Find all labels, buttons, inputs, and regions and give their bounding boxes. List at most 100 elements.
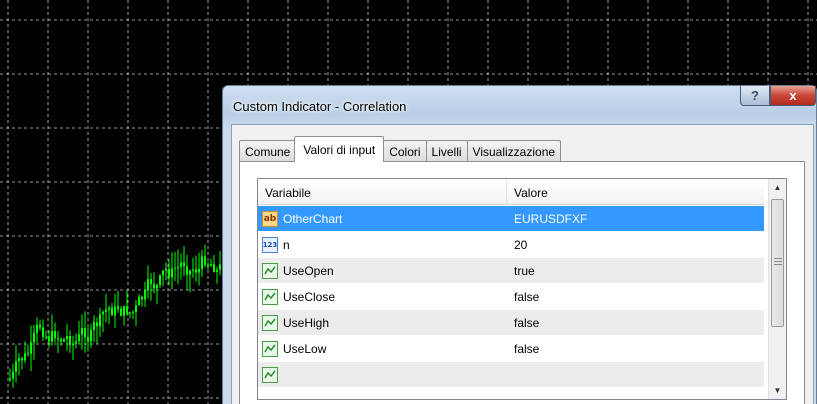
table-row[interactable]: UseHigh false xyxy=(258,310,764,336)
candle-body xyxy=(135,305,137,312)
candle-body xyxy=(18,358,20,362)
candle-body xyxy=(36,324,38,333)
candle-body xyxy=(45,336,47,338)
candle-body xyxy=(180,262,182,267)
candle-body xyxy=(168,268,170,278)
candle-body xyxy=(219,264,221,270)
candle-body xyxy=(9,378,11,380)
candle-body xyxy=(111,307,113,316)
row-variable-name: n xyxy=(283,238,290,252)
candle-body xyxy=(87,337,89,342)
dialog-titlebar[interactable]: Custom Indicator - Correlation ? x xyxy=(223,86,816,126)
candle-body xyxy=(189,270,191,275)
candle-body xyxy=(75,341,77,344)
candle-body xyxy=(153,283,155,289)
scroll-down-icon[interactable]: ▼ xyxy=(769,382,786,399)
candle-body xyxy=(201,256,203,269)
row-value[interactable]: false xyxy=(514,342,539,356)
table-row[interactable]: UseClose false xyxy=(258,284,764,310)
row-value[interactable]: true xyxy=(514,264,535,278)
row-value[interactable]: EURUSDFXF xyxy=(514,212,587,226)
candle-body xyxy=(177,266,179,269)
bool-icon xyxy=(262,289,278,305)
table-row[interactable] xyxy=(258,362,764,388)
candle-body xyxy=(102,311,104,315)
candle-body xyxy=(69,336,71,345)
candle-body xyxy=(192,269,194,271)
candle-body xyxy=(21,358,23,361)
row-variable-name: UseLow xyxy=(283,342,327,356)
column-separator[interactable] xyxy=(506,179,507,205)
candle-body xyxy=(216,269,218,272)
row-variable-name: UseHigh xyxy=(283,316,330,330)
input-parameters-grid: Variabile Valore ab OtherChart EURUSDFXF… xyxy=(257,178,787,400)
candle-body xyxy=(159,275,161,285)
candle-body xyxy=(33,332,35,343)
tab-strip: Comune Valori di input Colori Livelli Vi… xyxy=(239,136,562,162)
candle-body xyxy=(99,314,101,327)
candle-body xyxy=(72,343,74,345)
tab-valori-di-input[interactable]: Valori di input xyxy=(294,136,385,162)
candle-body xyxy=(96,322,98,327)
candle-body xyxy=(171,268,173,278)
close-button[interactable]: x xyxy=(770,86,816,106)
tab-colori[interactable]: Colori xyxy=(383,140,427,162)
candle-body xyxy=(117,306,119,309)
candle-body xyxy=(54,331,56,339)
candle-body xyxy=(156,284,158,289)
vertical-scrollbar[interactable]: ▲ ▼ xyxy=(768,179,786,399)
dialog-client-area: Comune Valori di input Colori Livelli Vi… xyxy=(231,124,814,404)
candle-body xyxy=(147,279,149,291)
candle-body xyxy=(27,353,29,355)
scrollbar-thumb[interactable] xyxy=(771,199,784,327)
candle-body xyxy=(114,306,116,316)
bool-icon xyxy=(262,263,278,279)
candle-body xyxy=(93,322,95,330)
candle-body xyxy=(39,324,41,328)
candle-body xyxy=(195,269,197,273)
scroll-up-icon[interactable]: ▲ xyxy=(769,179,786,196)
dialog-title: Custom Indicator - Correlation xyxy=(233,99,407,114)
candle-body xyxy=(213,264,215,272)
candle-body xyxy=(42,327,44,337)
column-header-value[interactable]: Valore xyxy=(514,186,548,200)
candle-body xyxy=(15,361,17,372)
candle-body xyxy=(174,268,176,270)
tab-livelli[interactable]: Livelli xyxy=(425,140,468,162)
candle-body xyxy=(108,307,110,310)
row-value[interactable]: false xyxy=(514,290,539,304)
help-button[interactable]: ? xyxy=(740,86,770,106)
candle-body xyxy=(66,336,68,340)
bool-icon xyxy=(262,367,278,383)
table-row[interactable]: ab OtherChart EURUSDFXF xyxy=(258,206,764,232)
candle-body xyxy=(141,297,143,300)
row-value[interactable]: false xyxy=(514,316,539,330)
candle-body xyxy=(138,297,140,306)
grid-rows: ab OtherChart EURUSDFXF 123 n 20 UseOpen… xyxy=(258,206,764,388)
table-row[interactable]: 123 n 20 xyxy=(258,232,764,258)
candle-body xyxy=(126,306,128,313)
tab-visualizzazione[interactable]: Visualizzazione xyxy=(466,140,562,162)
grip-icon xyxy=(774,258,782,265)
row-value[interactable]: 20 xyxy=(514,238,527,252)
column-header-variable[interactable]: Variabile xyxy=(265,186,311,200)
candle-body xyxy=(81,328,83,335)
candle-body xyxy=(144,290,146,300)
row-variable-name: OtherChart xyxy=(283,212,343,226)
row-variable-name: UseOpen xyxy=(283,264,334,278)
tab-comune[interactable]: Comune xyxy=(239,140,297,162)
candle-body xyxy=(12,371,14,379)
candle-body xyxy=(63,339,65,342)
candle-body xyxy=(210,264,212,267)
candle-body xyxy=(105,309,107,312)
candle-body xyxy=(51,331,53,342)
candle-body xyxy=(150,279,152,284)
candle-body xyxy=(207,264,209,267)
integer-icon: 123 xyxy=(262,237,278,253)
table-row[interactable]: UseOpen true xyxy=(258,258,764,284)
table-row[interactable]: UseLow false xyxy=(258,336,764,362)
bool-icon xyxy=(262,341,278,357)
custom-indicator-dialog: Custom Indicator - Correlation ? x Comun… xyxy=(222,85,817,404)
candle-body xyxy=(186,266,188,275)
candle-body xyxy=(48,336,50,342)
